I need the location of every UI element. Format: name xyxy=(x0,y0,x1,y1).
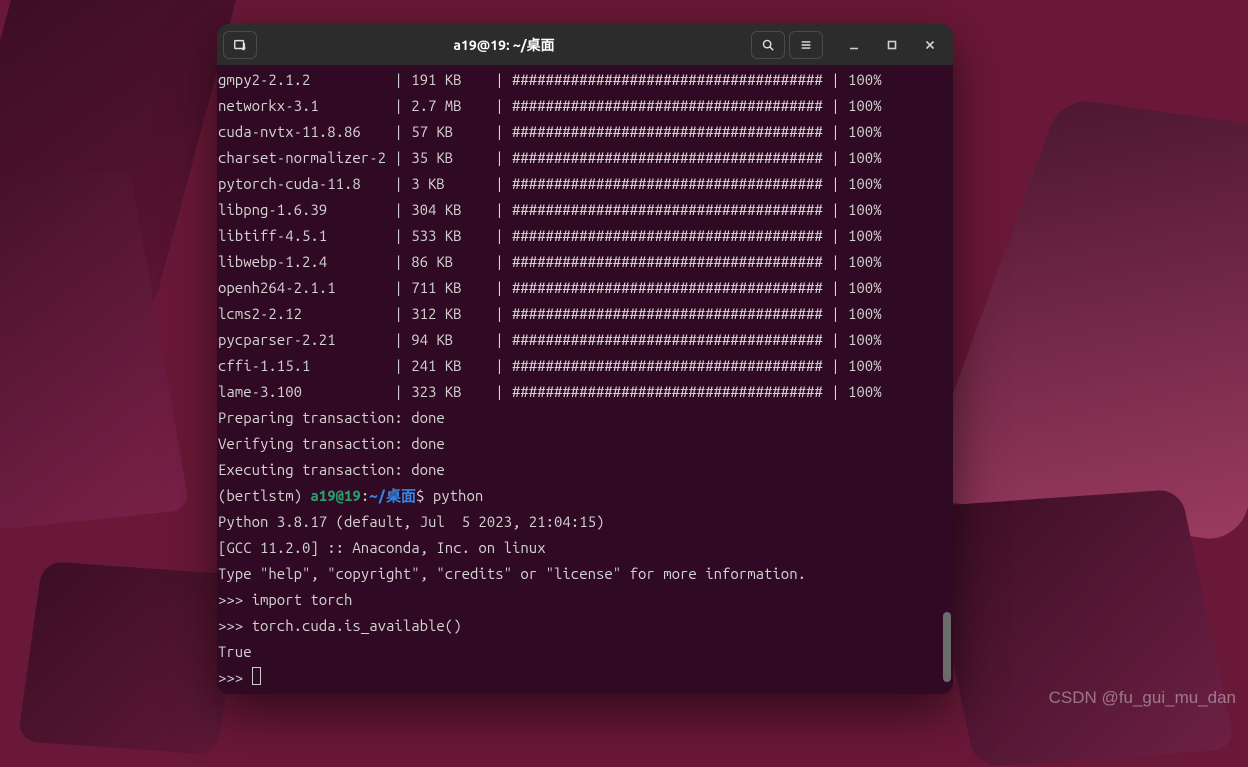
download-line: networkx-3.1 | 2.7 MB | ################… xyxy=(217,93,953,119)
download-line: lcms2-2.12 | 312 KB | ##################… xyxy=(217,301,953,327)
new-tab-icon xyxy=(233,38,247,52)
download-line: openh264-2.1.1 | 711 KB | ##############… xyxy=(217,275,953,301)
terminal-body[interactable]: gmpy2-2.1.2 | 191 KB | #################… xyxy=(217,65,953,694)
minimize-icon xyxy=(848,39,860,51)
download-line: cuda-nvtx-11.8.86 | 57 KB | ############… xyxy=(217,119,953,145)
python-output: [GCC 11.2.0] :: Anaconda, Inc. on linux xyxy=(217,535,953,561)
download-line: pytorch-cuda-11.8 | 3 KB | #############… xyxy=(217,171,953,197)
transaction-line: Preparing transaction: done xyxy=(217,405,953,431)
download-line: libwebp-1.2.4 | 86 KB | ################… xyxy=(217,249,953,275)
maximize-icon xyxy=(886,39,898,51)
download-line: gmpy2-2.1.2 | 191 KB | #################… xyxy=(217,67,953,93)
hamburger-icon xyxy=(799,38,813,52)
python-repl-line: True xyxy=(217,639,953,665)
scrollbar-thumb[interactable] xyxy=(943,612,951,682)
terminal-window: a19@19: ~/桌面 gmpy xyxy=(217,24,953,694)
search-icon xyxy=(761,38,775,52)
python-repl-line: >>> torch.cuda.is_available() xyxy=(217,613,953,639)
hamburger-menu-button[interactable] xyxy=(789,31,823,59)
close-icon xyxy=(924,39,936,51)
titlebar[interactable]: a19@19: ~/桌面 xyxy=(217,24,953,65)
window-title: a19@19: ~/桌面 xyxy=(263,35,745,55)
wallpaper-shape xyxy=(17,561,242,755)
wallpaper-shape xyxy=(920,489,1235,767)
download-line: pycparser-2.21 | 94 KB | ###############… xyxy=(217,327,953,353)
download-line: charset-normalizer-2 | 35 KB | #########… xyxy=(217,145,953,171)
python-repl-prompt: >>> xyxy=(217,665,953,691)
download-line: lame-3.100 | 323 KB | ##################… xyxy=(217,379,953,405)
new-tab-button[interactable] xyxy=(223,31,257,59)
search-button[interactable] xyxy=(751,31,785,59)
close-button[interactable] xyxy=(913,31,947,59)
transaction-line: Verifying transaction: done xyxy=(217,431,953,457)
download-line: libtiff-4.5.1 | 533 KB | ###############… xyxy=(217,223,953,249)
python-output: Type "help", "copyright", "credits" or "… xyxy=(217,561,953,587)
minimize-button[interactable] xyxy=(837,31,871,59)
python-output: Python 3.8.17 (default, Jul 5 2023, 21:0… xyxy=(217,509,953,535)
download-line: libpng-1.6.39 | 304 KB | ###############… xyxy=(217,197,953,223)
download-line: cffi-1.15.1 | 241 KB | #################… xyxy=(217,353,953,379)
transaction-line: Executing transaction: done xyxy=(217,457,953,483)
python-repl-line: >>> import torch xyxy=(217,587,953,613)
cursor xyxy=(252,667,261,685)
wallpaper-shape xyxy=(915,98,1248,543)
maximize-button[interactable] xyxy=(875,31,909,59)
watermark: CSDN @fu_gui_mu_dan xyxy=(1049,688,1236,708)
prompt-line: (bertlstm) a19@19:~/桌面$ python xyxy=(217,483,953,509)
